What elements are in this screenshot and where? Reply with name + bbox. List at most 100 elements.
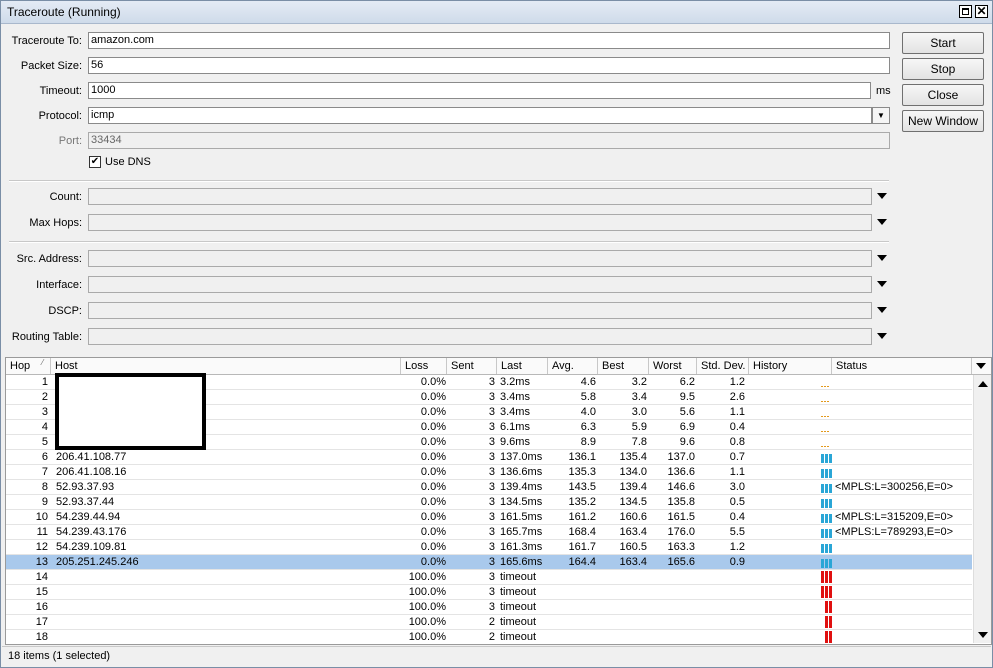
- cell-best: 163.4: [619, 526, 647, 538]
- title-bar[interactable]: Traceroute (Running) ✕: [1, 1, 992, 24]
- dscp-dropdown-icon[interactable]: [877, 307, 887, 313]
- col-sent[interactable]: Sent: [447, 358, 497, 374]
- column-menu-icon[interactable]: [972, 358, 989, 374]
- table-row[interactable]: 18 100.0% 2 timeout: [6, 630, 972, 644]
- cell-worst: [649, 600, 695, 614]
- cell-last: 137.0ms: [500, 451, 543, 463]
- cell-status: [835, 450, 970, 464]
- history-bar: [821, 446, 823, 447]
- cell-last: 139.4ms: [500, 481, 543, 493]
- cell-last: 136.6ms: [500, 466, 543, 478]
- port-input[interactable]: 33434: [88, 132, 890, 149]
- dscp-input[interactable]: [88, 302, 872, 319]
- cell-sent: 3: [488, 481, 495, 493]
- col-worst[interactable]: Worst: [649, 358, 697, 374]
- col-host[interactable]: Host: [51, 358, 401, 374]
- cell-hop: 11: [36, 526, 48, 538]
- col-avg[interactable]: Avg.: [548, 358, 598, 374]
- history-graph: [751, 480, 832, 494]
- col-status[interactable]: Status: [832, 358, 972, 374]
- cell-worst: 176.0: [667, 526, 695, 538]
- max-hops-input[interactable]: [88, 214, 872, 231]
- table-row[interactable]: 11 54.239.43.176 0.0% 3 165.7ms 168.4 163.4 176…: [6, 525, 972, 540]
- table-row[interactable]: 9 52.93.37.44 0.0% 3 134.5ms 135.2 134.5 135.8 0…: [6, 495, 972, 510]
- history-bar: [825, 514, 828, 523]
- table-row[interactable]: 14 100.0% 3 timeout: [6, 570, 972, 585]
- cell-avg: 136.1: [568, 451, 596, 463]
- routing-table-dropdown-icon[interactable]: [877, 333, 887, 339]
- cell-loss: 0.0%: [420, 376, 446, 388]
- table-row[interactable]: 15 100.0% 3 timeout: [6, 585, 972, 600]
- cell-std-dev: 2.6: [729, 391, 745, 403]
- cell-worst: 161.5: [667, 511, 695, 523]
- start-button[interactable]: Start: [902, 32, 984, 54]
- cell-status: [835, 600, 970, 614]
- cell-loss: 0.0%: [420, 556, 446, 568]
- cell-status: [835, 570, 970, 584]
- interface-dropdown-icon[interactable]: [877, 281, 887, 287]
- src-address-input[interactable]: [88, 250, 872, 267]
- scroll-up-icon[interactable]: [978, 381, 988, 387]
- table-row[interactable]: 17 100.0% 2 timeout: [6, 615, 972, 630]
- cell-best: 160.6: [619, 511, 647, 523]
- scroll-down-icon[interactable]: [978, 632, 988, 638]
- cell-hop: 12: [35, 541, 48, 553]
- col-history[interactable]: History: [749, 358, 832, 374]
- history-graph: [751, 555, 832, 569]
- cell-worst: [649, 570, 695, 584]
- max-hops-dropdown-icon[interactable]: [877, 219, 887, 225]
- col-loss[interactable]: Loss: [401, 358, 447, 374]
- new-window-button[interactable]: New Window: [902, 110, 984, 132]
- vertical-scrollbar[interactable]: [973, 375, 991, 643]
- cell-status: [835, 420, 970, 434]
- cell-best: [598, 570, 647, 584]
- history-bar: [827, 401, 829, 402]
- count-input[interactable]: [88, 188, 872, 205]
- col-last[interactable]: Last: [497, 358, 548, 374]
- close-button[interactable]: Close: [902, 84, 984, 106]
- protocol-dropdown-icon[interactable]: ▼: [872, 107, 890, 124]
- cell-last: 161.3ms: [500, 541, 543, 553]
- timeout-input[interactable]: 1000: [88, 82, 871, 99]
- cell-worst: [649, 615, 695, 629]
- use-dns-checkbox[interactable]: ✔: [89, 156, 101, 168]
- table-row[interactable]: 10 54.239.44.94 0.0% 3 161.5ms 161.2 160.6 161.…: [6, 510, 972, 525]
- table-row[interactable]: 6 206.41.108.77 0.0% 3 137.0ms 136.1 135.4 137.…: [6, 450, 972, 465]
- maximize-icon[interactable]: [959, 5, 972, 18]
- count-dropdown-icon[interactable]: [877, 193, 887, 199]
- cell-sent: 3: [488, 466, 495, 478]
- stop-button[interactable]: Stop: [902, 58, 984, 80]
- cell-avg: [548, 585, 596, 599]
- protocol-select[interactable]: icmp: [88, 107, 872, 124]
- cell-host: 54.239.109.81: [56, 541, 127, 553]
- col-hop[interactable]: Hop: [6, 358, 51, 374]
- col-std-dev[interactable]: Std. Dev.: [697, 358, 749, 374]
- cell-hop: 8: [41, 481, 48, 493]
- traceroute-to-input[interactable]: amazon.com: [88, 32, 890, 49]
- cell-best: 3.2: [631, 376, 647, 388]
- interface-input[interactable]: [88, 276, 872, 293]
- cell-avg: 161.2: [568, 511, 596, 523]
- table-row[interactable]: 12 54.239.109.81 0.0% 3 161.3ms 161.7 160.5 163…: [6, 540, 972, 555]
- history-bar: [821, 484, 824, 493]
- table-row[interactable]: 16 100.0% 3 timeout: [6, 600, 972, 615]
- cell-sent: 3: [488, 391, 495, 403]
- routing-table-input[interactable]: [88, 328, 872, 345]
- src-address-dropdown-icon[interactable]: [877, 255, 887, 261]
- cell-sent: 3: [488, 421, 495, 433]
- table-row[interactable]: 8 52.93.37.93 0.0% 3 139.4ms 143.5 139.4 146.6 3…: [6, 480, 972, 495]
- table-row[interactable]: 7 206.41.108.16 0.0% 3 136.6ms 135.3 134.0 136.…: [6, 465, 972, 480]
- cell-hop: 16: [35, 601, 48, 613]
- cell-last: 9.6ms: [500, 436, 530, 448]
- history-bar: [825, 484, 828, 493]
- table-row[interactable]: 13 205.251.245.246 0.0% 3 165.6ms 164.4 163.4 1…: [6, 555, 972, 570]
- cell-worst: 163.3: [667, 541, 695, 553]
- cell-std-dev: 0.8: [729, 436, 745, 448]
- cell-std-dev: [697, 570, 745, 584]
- cell-avg: 164.4: [568, 556, 596, 568]
- col-best[interactable]: Best: [598, 358, 649, 374]
- cell-std-dev: [697, 615, 745, 629]
- packet-size-input[interactable]: 56: [88, 57, 890, 74]
- sort-icon: ⁄: [42, 358, 44, 367]
- close-window-icon[interactable]: ✕: [975, 5, 988, 18]
